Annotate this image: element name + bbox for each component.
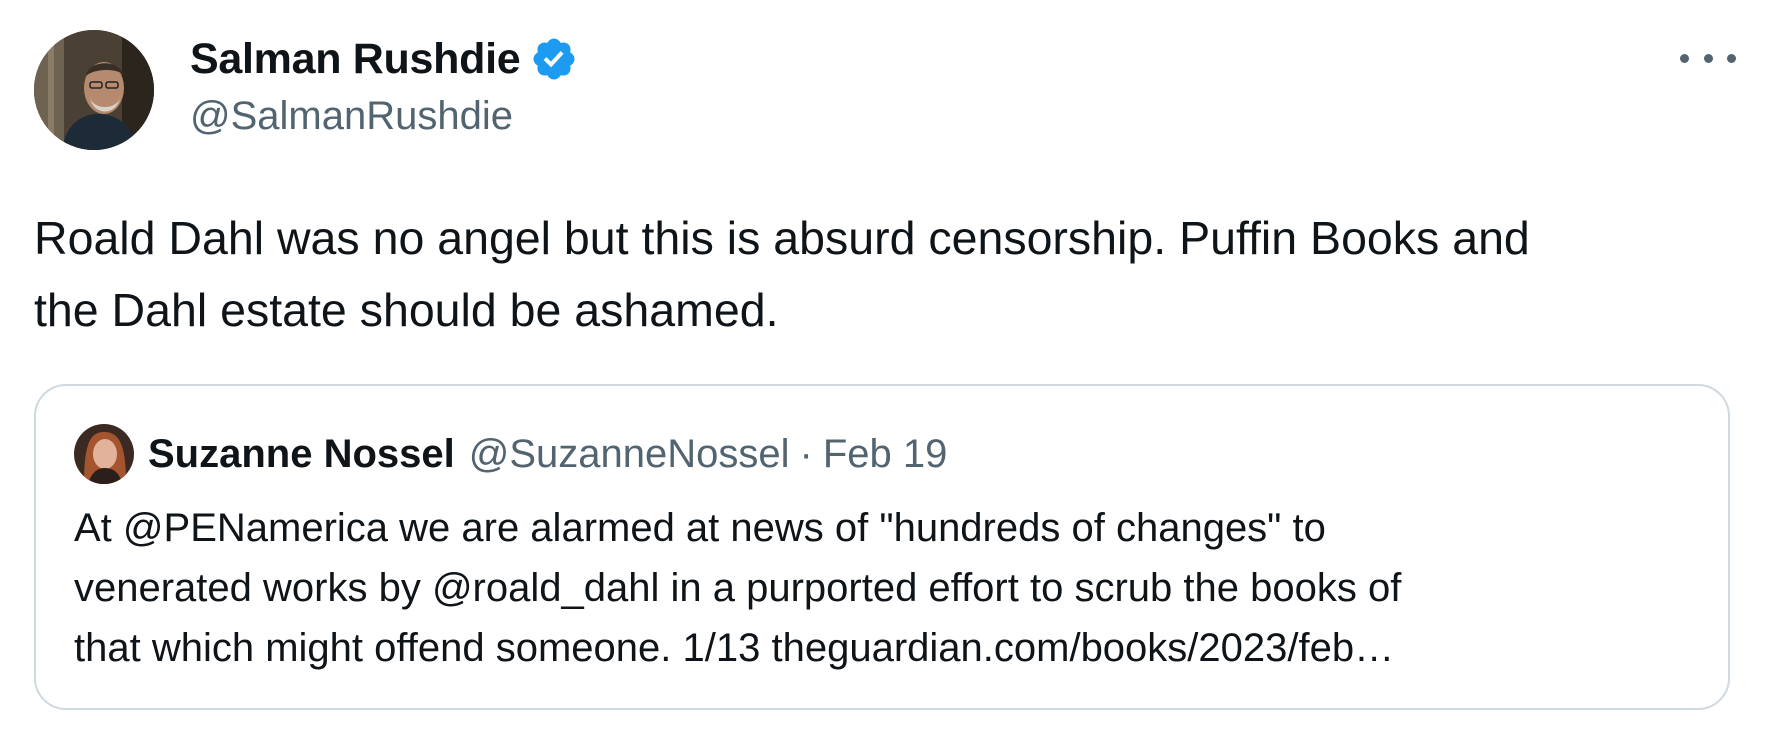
quoted-handle[interactable]: @SuzanneNossel (469, 432, 790, 477)
tweet-text-line: the Dahl estate should be ashamed. (34, 284, 779, 336)
quoted-display-name[interactable]: Suzanne Nossel (148, 432, 455, 477)
more-dot-icon (1703, 53, 1713, 63)
more-dot-icon (1727, 53, 1736, 63)
quoted-header: Suzanne Nossel @SuzanneNossel · Feb 19 (148, 426, 947, 482)
author-avatar[interactable] (34, 30, 154, 150)
quoted-text-line: venerated works by @roald_dahl in a purp… (74, 566, 1402, 610)
quoted-author-avatar[interactable] (74, 424, 134, 484)
tweet-card: Salman Rushdie @SalmanRushdie Roald Dahl… (0, 0, 1768, 756)
quoted-text-line: At @PENamerica we are alarmed at news of… (74, 506, 1326, 550)
quoted-avatar-image (74, 424, 134, 484)
verified-badge-icon (530, 35, 578, 83)
quoted-separator: · (799, 431, 813, 476)
author-avatar-image (34, 30, 154, 150)
quoted-text: At @PENamerica we are alarmed at news of… (74, 498, 1694, 678)
more-dot-icon (1680, 53, 1689, 63)
quoted-date[interactable]: Feb 19 (823, 432, 948, 477)
more-options-button[interactable] (1680, 40, 1736, 76)
author-name-row: Salman Rushdie (190, 34, 578, 84)
tweet-text: Roald Dahl was no angel but this is absu… (34, 202, 1734, 346)
author-display-name[interactable]: Salman Rushdie (190, 35, 521, 84)
quoted-tweet[interactable]: Suzanne Nossel @SuzanneNossel · Feb 19 A… (34, 384, 1730, 710)
quoted-text-line: that which might offend someone. 1/13 th… (74, 626, 1395, 670)
author-handle[interactable]: @SalmanRushdie (190, 94, 513, 139)
tweet-text-line: Roald Dahl was no angel but this is absu… (34, 212, 1530, 264)
